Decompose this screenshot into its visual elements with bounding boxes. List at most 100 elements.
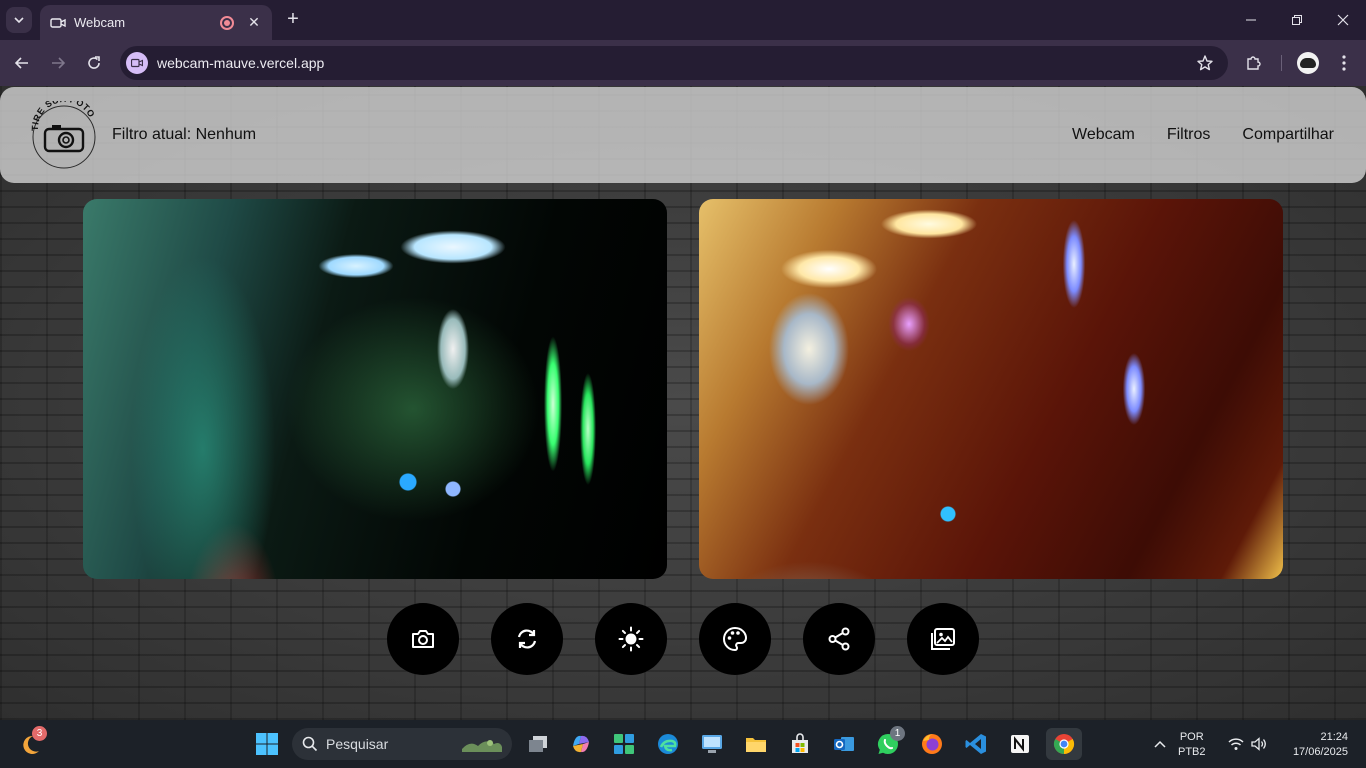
filters-button[interactable] xyxy=(699,603,771,675)
whatsapp-app[interactable]: 1 xyxy=(872,726,905,760)
restore-icon xyxy=(1292,15,1302,25)
puzzle-icon xyxy=(1247,56,1261,70)
nav-compartilhar[interactable]: Compartilhar xyxy=(1242,126,1334,144)
video-camera-icon xyxy=(50,15,66,31)
new-tab-button[interactable]: + xyxy=(282,8,304,30)
firefox-icon xyxy=(922,734,942,754)
search-placeholder: Pesquisar xyxy=(326,736,389,752)
system-clock[interactable]: 21:24 17/06/2025 xyxy=(1282,730,1348,760)
vscode-icon xyxy=(965,734,986,754)
widgets-icon xyxy=(614,734,634,754)
site-header: TIRE SUA FOTO Filtro atual: Nenhum Webca… xyxy=(0,87,1366,183)
share-button[interactable] xyxy=(803,603,875,675)
tab-close-button[interactable]: ✕ xyxy=(246,14,262,31)
task-view-button[interactable] xyxy=(522,728,554,760)
gallery-button[interactable] xyxy=(907,603,979,675)
reload-icon xyxy=(88,56,100,69)
store-app[interactable] xyxy=(784,728,816,760)
start-button[interactable] xyxy=(251,728,283,760)
toolbar-separator xyxy=(1281,55,1282,71)
file-explorer-app[interactable] xyxy=(740,728,772,760)
copilot-icon xyxy=(573,735,589,753)
lang-code: POR xyxy=(1179,731,1204,743)
share-icon xyxy=(828,627,850,651)
tab-webcam[interactable]: Webcam ✕ xyxy=(40,5,272,40)
wifi-icon[interactable] xyxy=(1227,735,1245,753)
arrow-right-icon xyxy=(52,57,66,69)
weather-badge: 3 xyxy=(32,726,47,741)
tab-title: Webcam xyxy=(74,15,126,30)
site-nav: Webcam Filtros Compartilhar xyxy=(1072,126,1334,144)
bookmark-star-icon[interactable] xyxy=(1196,54,1214,77)
recording-indicator-icon xyxy=(220,15,234,30)
camera-icon xyxy=(412,630,434,648)
brightness-icon xyxy=(618,626,644,652)
folder-icon xyxy=(746,738,766,752)
vscode-app[interactable] xyxy=(960,728,992,760)
task-view-icon xyxy=(529,736,547,752)
outlook-app[interactable] xyxy=(828,728,860,760)
search-highlight-icon xyxy=(462,740,502,752)
reload-button[interactable] xyxy=(82,51,106,75)
firefox-app[interactable] xyxy=(916,728,948,760)
close-icon xyxy=(1337,14,1349,26)
windows-icon xyxy=(256,733,278,755)
page: TIRE SUA FOTO Filtro atual: Nenhum Webca… xyxy=(0,86,1366,720)
nav-filtros[interactable]: Filtros xyxy=(1167,126,1211,144)
weather-widget[interactable]: 3 xyxy=(18,726,50,760)
close-window-button[interactable] xyxy=(1320,0,1366,40)
url-text: webcam-mauve.vercel.app xyxy=(157,55,325,71)
webcam-live-view xyxy=(83,199,667,579)
tab-search-button[interactable] xyxy=(6,7,32,33)
switch-camera-button[interactable] xyxy=(491,603,563,675)
more-vertical-icon xyxy=(1342,55,1346,71)
store-icon xyxy=(792,733,808,753)
site-logo[interactable]: TIRE SUA FOTO xyxy=(30,94,98,169)
control-bar xyxy=(387,603,979,675)
edge-icon xyxy=(658,734,678,754)
copilot-app[interactable] xyxy=(565,728,597,760)
chrome-icon xyxy=(1053,734,1075,755)
volume-icon[interactable] xyxy=(1250,735,1268,753)
chevron-up-icon xyxy=(1154,740,1166,748)
palette-icon xyxy=(723,626,748,652)
show-hidden-icons-button[interactable] xyxy=(1151,735,1169,753)
taskbar-search[interactable]: Pesquisar xyxy=(292,728,512,760)
refresh-icon xyxy=(517,629,537,649)
tab-strip: Webcam ✕ + xyxy=(0,0,1366,40)
restore-button[interactable] xyxy=(1274,0,1320,40)
taskbar: 3 Pesquisar 1 POR PTB2 21:24 17/06/2025 xyxy=(0,720,1366,768)
outlook-icon xyxy=(834,737,854,751)
clock-time: 21:24 xyxy=(1320,731,1348,743)
input-language-indicator[interactable]: POR PTB2 xyxy=(1178,730,1206,760)
nav-webcam[interactable]: Webcam xyxy=(1072,126,1135,144)
back-button[interactable] xyxy=(10,51,34,75)
current-filter-label: Filtro atual: Nenhum xyxy=(112,126,257,143)
minimize-icon xyxy=(1246,19,1256,21)
chrome-app[interactable] xyxy=(1046,728,1082,760)
profile-avatar[interactable] xyxy=(1297,52,1319,74)
minimize-button[interactable] xyxy=(1228,0,1274,40)
capture-button[interactable] xyxy=(387,603,459,675)
monitor-icon xyxy=(702,735,722,753)
remote-desktop-app[interactable] xyxy=(696,728,728,760)
chevron-down-icon xyxy=(14,17,24,24)
edge-app[interactable] xyxy=(652,728,684,760)
notion-app[interactable] xyxy=(1004,728,1036,760)
brightness-button[interactable] xyxy=(595,603,667,675)
keyboard-layout: PTB2 xyxy=(1178,746,1206,758)
address-bar[interactable]: webcam-mauve.vercel.app xyxy=(120,46,1228,80)
filtered-photo-view xyxy=(699,199,1283,579)
gallery-icon xyxy=(931,628,955,650)
clock-date: 17/06/2025 xyxy=(1292,746,1348,758)
browser-toolbar: webcam-mauve.vercel.app xyxy=(0,40,1366,86)
notion-icon xyxy=(1011,735,1029,753)
browser-menu-button[interactable] xyxy=(1332,51,1356,75)
arrow-left-icon xyxy=(14,57,28,69)
site-info-icon[interactable] xyxy=(126,52,148,74)
forward-button[interactable] xyxy=(46,51,70,75)
extensions-button[interactable] xyxy=(1242,51,1266,75)
search-icon xyxy=(302,736,318,752)
widgets-app[interactable] xyxy=(608,728,640,760)
whatsapp-badge: 1 xyxy=(890,726,905,741)
